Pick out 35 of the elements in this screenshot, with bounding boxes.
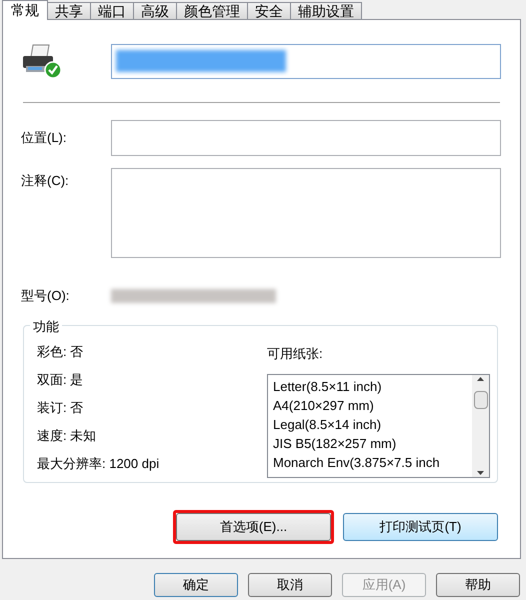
comment-label: 注释(C): (21, 172, 70, 190)
feature-text: 彩色: 否 (37, 344, 84, 360)
scroll-up-icon[interactable] (477, 376, 484, 380)
location-field[interactable] (111, 120, 501, 156)
dialog-button[interactable]: 首选项(E)... (176, 513, 331, 541)
tab[interactable]: 辅助设置 (290, 2, 362, 19)
tab[interactable]: 高级 (133, 2, 177, 19)
paper-size-item[interactable]: JIS B5(182×257 mm) (273, 434, 396, 452)
feature-text: 装订: 否 (37, 400, 84, 416)
comment-field[interactable] (111, 168, 501, 258)
tab[interactable]: 安全 (247, 2, 291, 19)
dialog-button[interactable]: 确定 (154, 573, 238, 597)
feature-text: 速度: 未知 (37, 428, 98, 444)
paper-label: 可用纸张: (267, 345, 324, 363)
scrollbar[interactable] (472, 374, 489, 476)
scroll-thumb[interactable] (474, 390, 488, 408)
scroll-down-icon[interactable] (477, 470, 484, 474)
paper-size-item[interactable]: A4(210×297 mm) (273, 396, 374, 414)
printer-name-field[interactable] (111, 44, 501, 78)
tab[interactable]: 共享 (47, 2, 91, 19)
dialog-button[interactable]: 帮助 (436, 573, 520, 597)
tab[interactable]: 常规 (2, 0, 48, 20)
tab[interactable]: 颜色管理 (176, 2, 248, 19)
printer-icon (21, 43, 63, 79)
paper-size-item[interactable]: Letter(8.5×11 inch) (273, 376, 382, 396)
dialog-button[interactable]: 打印测试页(T) (343, 513, 498, 541)
feature-text: 最大分辨率: 1200 dpi (37, 456, 160, 472)
dialog-button[interactable]: 取消 (248, 573, 332, 597)
paper-size-item[interactable]: Monarch Env(3.875×7.5 inch (273, 452, 440, 472)
model-label: 型号(O): (21, 287, 70, 306)
location-label: 位置(L): (21, 129, 68, 148)
paper-listbox[interactable]: Letter(8.5×11 inch) A4(210×297 mm) Legal(8.5×14 inch) JIS B5(182×257 mm) Monarch Env(3.875×7.5 inch (267, 374, 490, 478)
feature-text: 双面: 是 (37, 372, 84, 388)
tab[interactable]: 端口 (90, 2, 134, 19)
paper-size-item[interactable]: Legal(8.5×14 inch) (273, 414, 382, 434)
